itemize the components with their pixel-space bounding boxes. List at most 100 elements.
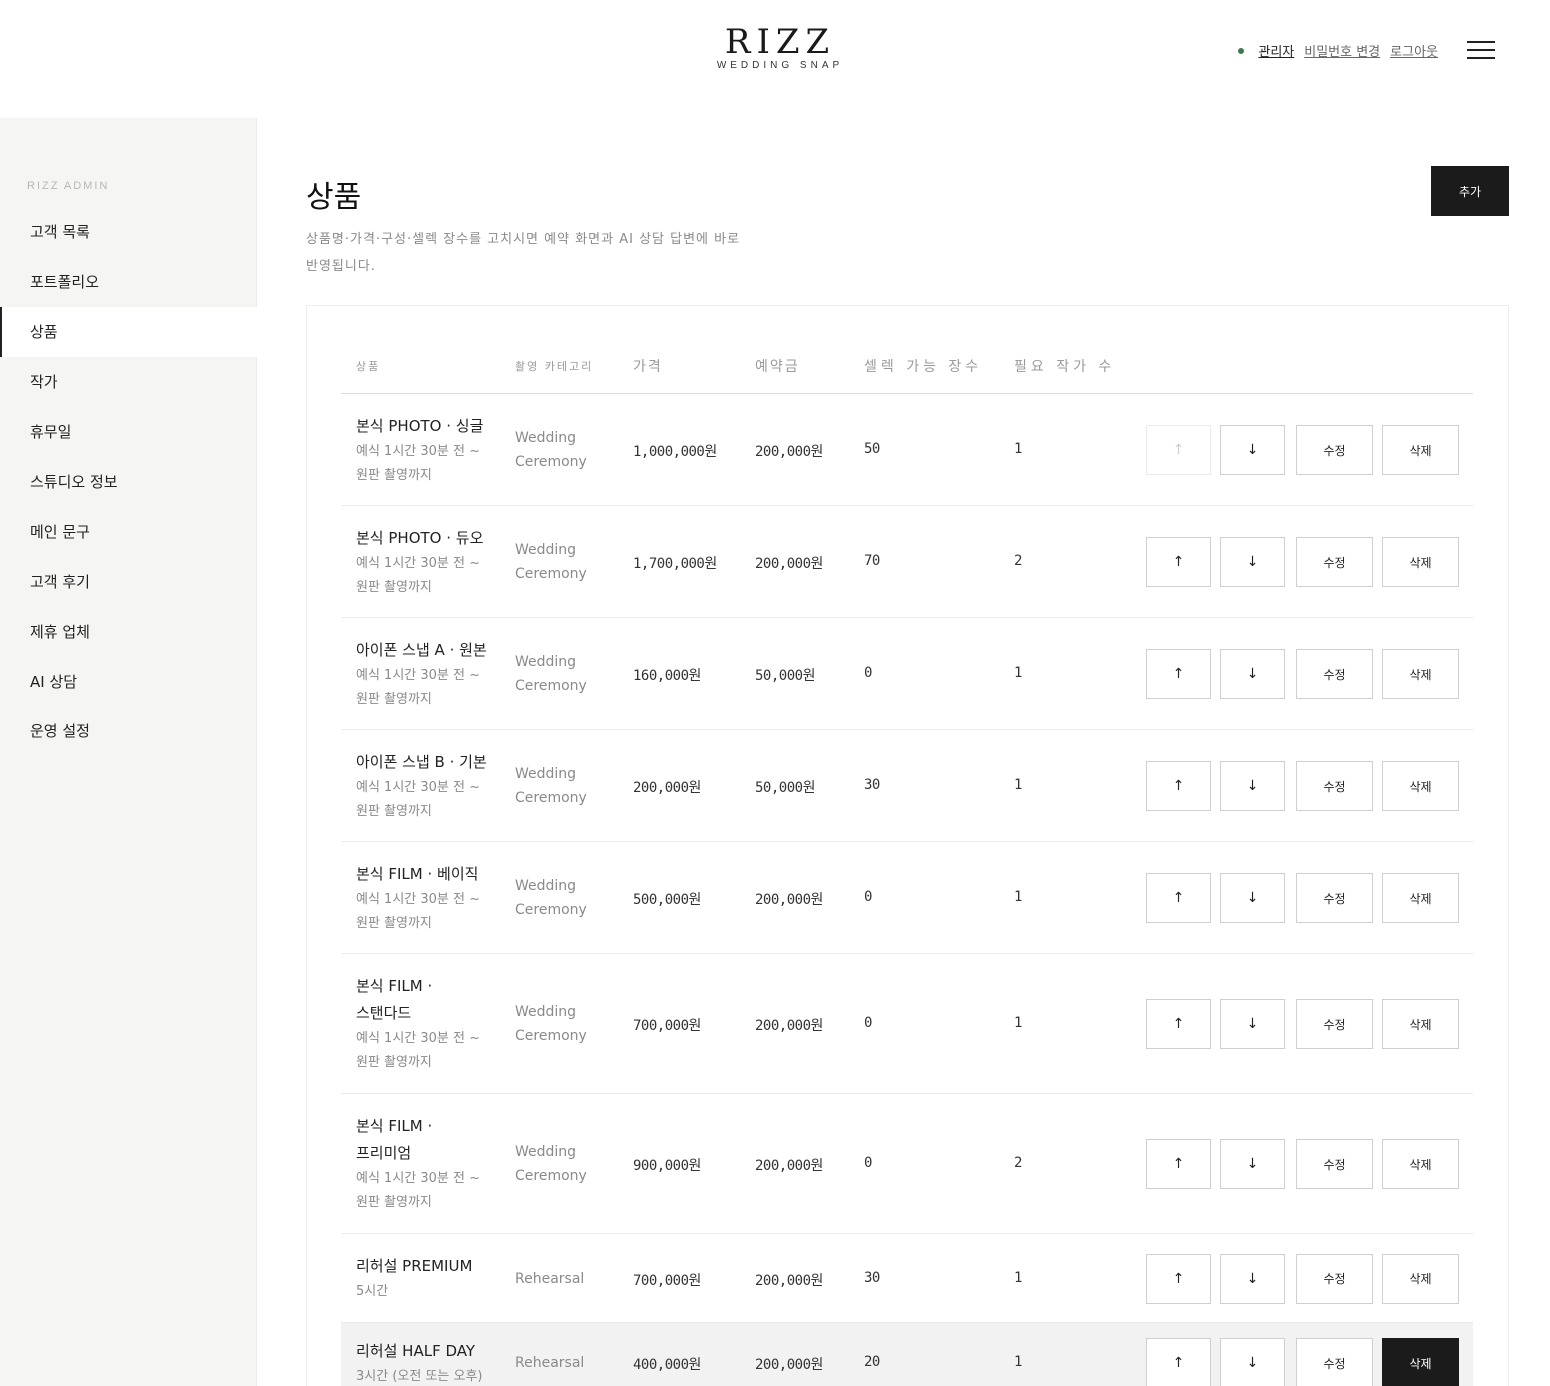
move-up-button[interactable]: ↑ [1146,425,1211,475]
move-down-button[interactable]: ↓ [1220,649,1285,699]
move-up-button[interactable]: ↑ [1146,1139,1211,1189]
online-status-dot [1238,47,1245,54]
category-cell: Wedding Ceremony [515,762,587,810]
delete-button[interactable]: 삭제 [1382,1253,1459,1304]
product-cell: 본식 FILM · 프리미엄 예식 1시간 30분 전 ~ 원판 촬영까지 [356,1113,501,1215]
edit-button[interactable]: 수정 [1296,999,1373,1049]
select-count-value: 0 [864,1155,872,1171]
move-down-button[interactable]: ↓ [1220,1253,1285,1304]
edit-button[interactable]: 수정 [1296,537,1373,587]
admin-link[interactable]: 관리자 [1258,41,1294,60]
edit-button[interactable]: 수정 [1296,1253,1373,1304]
edit-button[interactable]: 수정 [1296,873,1373,923]
delete-button[interactable]: 삭제 [1382,1338,1459,1386]
edit-button[interactable]: 수정 [1296,1139,1373,1189]
edit-button[interactable]: 수정 [1296,425,1373,475]
product-description-cont: 원판 촬영까지 [356,803,432,819]
delete-button[interactable]: 삭제 [1382,873,1459,923]
move-up-button[interactable]: ↑ [1146,999,1211,1049]
move-up-button[interactable]: ↑ [1146,1338,1211,1386]
edit-button[interactable]: 수정 [1296,761,1373,811]
delete-button[interactable]: 삭제 [1382,537,1459,587]
sidebar-item[interactable]: 작가 [0,357,257,407]
move-up-button[interactable]: ↑ [1146,761,1211,811]
photographer-count-value: 1 [1014,889,1022,905]
select-count-value: 20 [864,1354,880,1370]
product-name: 본식 FILM · [356,1117,433,1135]
category-text: Wedding [515,1004,577,1020]
category-text-cont: Ceremony [515,1168,587,1184]
delete-button[interactable]: 삭제 [1382,649,1459,699]
page-title: 상품 [306,180,362,215]
sidebar-item[interactable]: 고객 후기 [0,557,257,607]
table-row: 본식 FILM · 스탠다드 예식 1시간 30분 전 ~ 원판 촬영까지 Weddin… [341,954,1473,1094]
change-password-link[interactable]: 비밀번호 변경 [1304,41,1380,60]
photographer-count-value: 1 [1014,665,1022,681]
brand-name: RIZZ [724,22,836,62]
product-name: 본식 PHOTO · 듀오 [356,528,484,547]
edit-button[interactable]: 수정 [1296,649,1373,699]
price-value: 200,000원 [633,780,701,796]
product-name: 아이폰 스냅 A · 원본 [356,640,487,659]
sidebar-item[interactable]: 메인 문구 [0,507,257,557]
move-down-button[interactable]: ↓ [1220,425,1285,475]
move-down-button[interactable]: ↓ [1220,873,1285,923]
sidebar-item[interactable]: AI 상담 [0,657,257,707]
move-down-button[interactable]: ↓ [1220,1338,1285,1386]
price-value: 700,000원 [633,1272,701,1289]
move-up-button[interactable]: ↑ [1146,873,1211,923]
product-description: 예식 1시간 30분 전 ~ [356,1171,480,1186]
brand-logo[interactable]: RIZZ WEDDING SNAP [700,22,860,71]
account-links: 관리자 비밀번호 변경 로그아웃 [1238,41,1438,60]
table-row: 아이폰 스냅 B · 기본 예식 1시간 30분 전 ~ 원판 촬영까지 Weddin… [341,730,1473,842]
move-down-button[interactable]: ↓ [1220,761,1285,811]
product-cell: 아이폰 스냅 A · 원본 예식 1시간 30분 전 ~ 원판 촬영까지 [356,637,501,712]
product-description-cont: 원판 촬영까지 [356,1055,432,1070]
move-down-button[interactable]: ↓ [1220,999,1285,1049]
edit-button[interactable]: 수정 [1296,1338,1373,1386]
deposit-value: 200,000원 [755,1272,823,1289]
product-cell: 본식 FILM · 베이직 예식 1시간 30분 전 ~ 원판 촬영까지 [356,861,501,936]
delete-button[interactable]: 삭제 [1382,761,1459,811]
deposit-value: 50,000원 [755,668,815,684]
brand-tagline: WEDDING SNAP [716,60,844,71]
sidebar-item[interactable]: 고객 목록 [0,207,257,257]
product-name: 리허설 PREMIUM [356,1257,473,1275]
move-down-button[interactable]: ↓ [1220,1139,1285,1189]
delete-button[interactable]: 삭제 [1382,425,1459,475]
category-text: Wedding [515,1144,577,1160]
sidebar-item[interactable]: 스튜디오 정보 [0,457,257,507]
sidebar-item[interactable]: 제휴 업체 [0,607,257,657]
move-up-button[interactable]: ↑ [1146,649,1211,699]
photographer-count-value: 1 [1014,441,1022,457]
move-down-button[interactable]: ↓ [1220,537,1285,587]
sidebar-item[interactable]: 휴무일 [0,407,257,457]
move-up-button[interactable]: ↑ [1146,1253,1211,1304]
page-description: 상품명·가격·구성·셀렉 장수를 고치시면 예약 화면과 AI 상담 답변에 바… [306,226,776,280]
delete-button[interactable]: 삭제 [1382,1139,1459,1189]
sidebar-item[interactable]: 포트폴리오 [0,257,257,307]
select-count-value: 30 [864,777,880,793]
photographer-count-value: 1 [1014,1015,1022,1031]
delete-button[interactable]: 삭제 [1382,999,1459,1049]
move-up-button[interactable]: ↑ [1146,537,1211,587]
product-description: 5시간 [356,1284,389,1299]
category-text: Rehearsal [515,1270,585,1287]
product-description: 예식 1시간 30분 전 ~ [356,1031,480,1046]
price-value: 700,000원 [633,1018,701,1034]
category-cell: Wedding Ceremony [515,650,587,698]
select-count-value: 30 [864,1269,880,1286]
product-description: 예식 1시간 30분 전 ~ [356,555,480,571]
logout-link[interactable]: 로그아웃 [1390,41,1438,60]
table-row: 리허설 PREMIUM 5시간 Rehearsal 700,000원 200,000원 3… [341,1234,1473,1323]
header-price: 가격 [633,359,663,375]
sidebar-item[interactable]: 상품 [0,307,257,357]
product-description-cont: 원판 촬영까지 [356,1195,432,1210]
sidebar-item[interactable]: 운영 설정 [0,706,257,756]
hamburger-menu-icon[interactable] [1467,41,1495,61]
deposit-value: 200,000원 [755,892,823,908]
add-product-button[interactable]: 추가 [1431,166,1509,216]
deposit-value: 200,000원 [755,1357,823,1373]
table-row: 본식 PHOTO · 듀오 예식 1시간 30분 전 ~ 원판 촬영까지 Weddin… [341,506,1473,618]
sidebar-title: RIZZ ADMIN [27,180,110,192]
